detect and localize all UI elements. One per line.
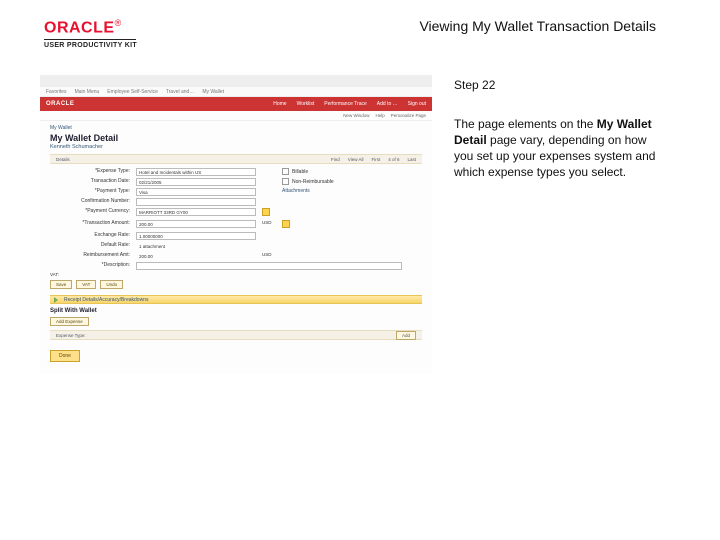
topnav-links: Home Worklist Performance Trace Add to …… bbox=[273, 101, 426, 107]
label-trans-date: Transaction Date: bbox=[50, 178, 130, 186]
toolbar-link[interactable]: First bbox=[371, 157, 380, 162]
nav-link[interactable]: Home bbox=[273, 101, 286, 107]
page-title: Viewing My Wallet Transaction Details bbox=[419, 18, 696, 34]
input-exchange-rate[interactable]: 1.00000000 bbox=[136, 232, 256, 240]
input-trans-amount[interactable]: 200.00 bbox=[136, 220, 256, 228]
input-description[interactable] bbox=[136, 262, 402, 270]
toolbar-link[interactable]: Find bbox=[331, 157, 340, 162]
nav-link[interactable]: Add to … bbox=[377, 101, 398, 107]
save-button[interactable]: Save bbox=[50, 280, 72, 289]
label-split-expense-type: Expense Type: bbox=[56, 333, 86, 338]
nav-link[interactable]: Performance Trace bbox=[324, 101, 367, 107]
toolbar-count: 4 of 6 bbox=[388, 157, 399, 162]
brand-reg: ® bbox=[115, 18, 122, 28]
currency-code: USD bbox=[262, 220, 272, 225]
app-topnav: ORACLE Home Worklist Performance Trace A… bbox=[40, 97, 432, 111]
label-reimb-amt: Reimbursement Amt: bbox=[50, 252, 130, 260]
app-screenshot: Favorites Main Menu Employee Self-Servic… bbox=[40, 75, 432, 373]
menubar-item: My Wallet bbox=[202, 89, 224, 95]
checkbox-icon[interactable] bbox=[282, 178, 289, 185]
window-titlebar bbox=[40, 75, 432, 87]
undo-button[interactable]: Undo bbox=[100, 280, 123, 289]
input-payment-type[interactable]: Visa bbox=[136, 188, 256, 196]
label-confirmation: Confirmation Number: bbox=[50, 198, 130, 206]
value-reimb-amt: 200.00 bbox=[136, 252, 256, 260]
label-payment-currency: *Payment Currency: bbox=[50, 208, 130, 218]
page-heading: My Wallet Detail bbox=[50, 133, 422, 143]
label-exchange-rate: Exchange Rate: bbox=[50, 232, 130, 240]
brand-main: ORACLE bbox=[44, 19, 115, 36]
step-label: Step 22 bbox=[454, 77, 668, 93]
toolbar-link[interactable]: Last bbox=[407, 157, 416, 162]
oracle-wordmark: ORACLE® bbox=[44, 18, 137, 37]
vat-row: VAT: Save VAT Undo bbox=[50, 272, 422, 289]
instruction-column: Step 22 The page elements on the My Wall… bbox=[454, 75, 696, 373]
input-payment-currency[interactable]: MARRIOTT 33RD GY00 bbox=[136, 208, 256, 216]
done-button[interactable]: Done bbox=[50, 350, 80, 362]
subnav-link[interactable]: New Window bbox=[343, 113, 369, 118]
details-toolbar: Details Find View All First 4 of 6 Last bbox=[50, 154, 422, 164]
split-row: Expense Type: Add bbox=[50, 330, 422, 340]
subnav-link[interactable]: Personalize Page bbox=[391, 113, 426, 118]
toolbar-left: Details bbox=[56, 157, 70, 162]
input-trans-date[interactable]: 02/21/2005 bbox=[136, 178, 256, 186]
checkbox-nonreimb[interactable]: Non-Reimbursable bbox=[282, 178, 402, 186]
split-with-wallet-heading: Split With Wallet bbox=[50, 308, 422, 314]
label-expense-type: *Expense Type: bbox=[50, 168, 130, 176]
toolbar-link[interactable]: View All bbox=[348, 157, 364, 162]
label-default-rate: Default Rate: bbox=[50, 242, 130, 250]
app-body: My Wallet My Wallet Detail Kenneth Schum… bbox=[40, 121, 432, 366]
input-confirmation[interactable] bbox=[136, 198, 256, 206]
nav-link[interactable]: Sign out bbox=[408, 101, 426, 107]
vat-button[interactable]: VAT bbox=[76, 280, 96, 289]
menubar-item: Employee Self-Service bbox=[107, 89, 158, 95]
input-expense-type[interactable]: Hotel and Incidentals within US bbox=[136, 168, 256, 176]
oracle-upk-logo: ORACLE® USER PRODUCTIVITY KIT bbox=[44, 18, 137, 49]
instruction-paragraph: The page elements on the My Wallet Detai… bbox=[454, 116, 668, 181]
lookup-icon[interactable] bbox=[282, 220, 290, 228]
link-attachments[interactable]: Attachments bbox=[282, 188, 402, 196]
receipt-details-bar[interactable]: Receipt Details/Accuracy/Breakdowns bbox=[50, 295, 422, 304]
logo-divider bbox=[44, 39, 136, 40]
label-trans-amount: *Transaction Amount: bbox=[50, 220, 130, 230]
label-vat: VAT: bbox=[50, 272, 59, 277]
add-button[interactable]: Add bbox=[396, 331, 416, 340]
app-subnav: New Window Help Personalize Page bbox=[40, 111, 432, 121]
subnav-link[interactable]: Help bbox=[375, 113, 384, 118]
para-pre: The page elements on the bbox=[454, 117, 597, 131]
currency-code: USD bbox=[262, 252, 272, 257]
nav-link[interactable]: Worklist bbox=[297, 101, 315, 107]
browser-menubar: Favorites Main Menu Employee Self-Servic… bbox=[40, 87, 432, 97]
page-subheading: Kenneth Schumacher bbox=[50, 144, 422, 150]
add-expense-button[interactable]: Add Expense bbox=[50, 317, 89, 326]
checkbox-billable[interactable]: Billable bbox=[282, 168, 402, 176]
label-payment-type: *Payment Type: bbox=[50, 188, 130, 196]
note-default-rate: 1 attachment bbox=[136, 242, 256, 250]
menubar-item: Travel and… bbox=[166, 89, 194, 95]
lookup-icon[interactable] bbox=[262, 208, 270, 216]
menubar-item: Favorites bbox=[46, 89, 67, 95]
expand-icon[interactable] bbox=[54, 297, 58, 303]
brand-subtitle: USER PRODUCTIVITY KIT bbox=[44, 42, 137, 49]
menubar-item: Main Menu bbox=[75, 89, 100, 95]
checkbox-icon[interactable] bbox=[282, 168, 289, 175]
receipt-details-label: Receipt Details/Accuracy/Breakdowns bbox=[64, 297, 148, 303]
label-description: *Description: bbox=[50, 262, 130, 270]
breadcrumb[interactable]: My Wallet bbox=[50, 125, 422, 131]
detail-form: *Expense Type: Hotel and Incidentals wit… bbox=[50, 168, 422, 270]
app-brand: ORACLE bbox=[46, 101, 74, 107]
